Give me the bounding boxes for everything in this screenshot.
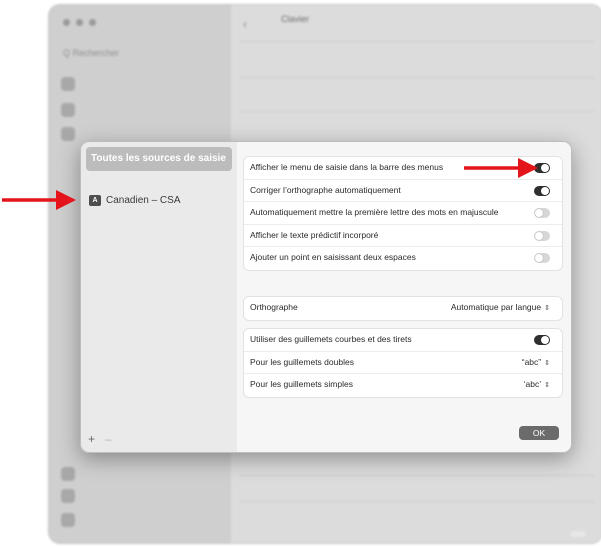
input-sources-sheet: Toutes les sources de saisie A Canadien … <box>80 141 572 453</box>
minimize-light <box>76 19 83 26</box>
bg-sidebar-item <box>61 511 75 529</box>
bg-sidebar-item <box>61 487 75 505</box>
setting-row-spelling: Orthographe Automatique par langue ⇕ <box>250 302 550 312</box>
background-search: Q Rechercher <box>63 48 120 58</box>
add-input-source-button[interactable]: + <box>88 432 95 446</box>
input-source-label: Canadien – CSA <box>106 194 181 206</box>
bg-sidebar-item <box>61 101 75 119</box>
bg-sidebar-item <box>61 75 75 93</box>
bg-sidebar-item <box>61 125 75 143</box>
setting-row-double-space-period: Ajouter un point en saisissant deux espa… <box>244 247 562 270</box>
setting-row-single-quotes: Pour les guillemets simples ‘abc’ ⇕ <box>250 379 550 389</box>
setting-row-smart-quotes: Utiliser des guillemets courbes et des t… <box>244 329 562 352</box>
screenshot-root: Q Rechercher ‹ Clavier Toutes les source… <box>0 0 601 546</box>
chevron-left-icon: ‹ <box>243 17 247 31</box>
setting-row-predictive-text: Afficher le texte prédictif incorporé <box>244 225 562 247</box>
input-source-item[interactable]: A Canadien – CSA <box>89 192 181 208</box>
auto-capitalize-toggle[interactable] <box>534 208 550 218</box>
all-input-sources-header[interactable]: Toutes les sources de saisie <box>86 147 232 171</box>
spelling-select[interactable]: Automatique par langue ⇕ <box>451 302 550 312</box>
remove-input-source-button[interactable]: – <box>105 432 112 446</box>
zoom-light <box>89 19 96 26</box>
chevron-updown-icon: ⇕ <box>544 382 550 389</box>
annotation-arrow-right <box>464 158 538 178</box>
close-light <box>63 19 70 26</box>
chevron-updown-icon: ⇕ <box>544 305 550 312</box>
bg-sidebar-item <box>61 465 75 483</box>
keyboard-layout-badge: A <box>89 194 101 206</box>
setting-row-auto-capitalize: Automatiquement mettre la première lettr… <box>244 202 562 225</box>
input-source-settings: Afficher le menu de saisie dans la barre… <box>237 142 571 452</box>
smart-quotes-toggle[interactable] <box>534 335 550 345</box>
window-controls <box>63 19 96 26</box>
chevron-updown-icon: ⇕ <box>544 359 550 367</box>
predictive-text-toggle[interactable] <box>534 230 550 241</box>
setting-row-double-quotes: Pour les guillemets doubles “abc” ⇕ <box>244 352 562 374</box>
autocorrect-toggle[interactable] <box>534 185 550 196</box>
quotes-group: Utiliser des guillemets courbes et des t… <box>243 328 563 398</box>
input-sources-list: Toutes les sources de saisie A Canadien … <box>81 142 237 452</box>
double-quotes-select[interactable]: “abc” ⇕ <box>522 357 550 367</box>
background-pill <box>570 531 586 537</box>
background-title: Clavier <box>281 14 310 24</box>
ok-button[interactable]: OK <box>519 426 559 440</box>
spelling-group: Orthographe Automatique par langue ⇕ <box>243 296 563 321</box>
annotation-arrow-left <box>2 190 76 210</box>
double-space-period-toggle[interactable] <box>534 253 550 263</box>
single-quotes-select[interactable]: ‘abc’ ⇕ <box>524 379 550 389</box>
